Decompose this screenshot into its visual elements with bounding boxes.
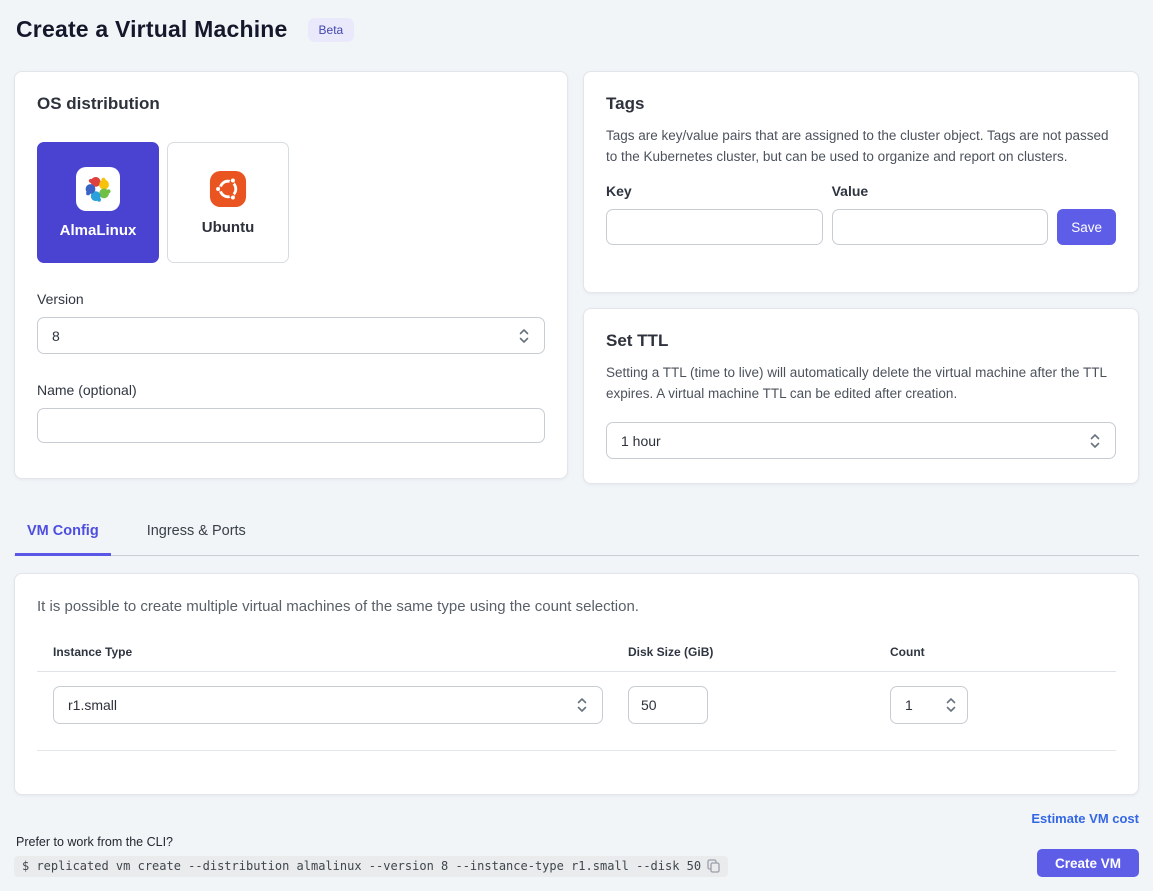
vm-config-card: It is possible to create multiple virtua… — [14, 573, 1139, 795]
count-input[interactable] — [893, 697, 927, 713]
os-card-title: OS distribution — [37, 94, 545, 114]
chevron-updown-icon — [518, 327, 530, 345]
version-select-value: 8 — [52, 328, 60, 344]
tab-vm-config[interactable]: VM Config — [15, 511, 111, 556]
save-tag-button[interactable]: Save — [1057, 209, 1116, 245]
cli-command-bar: $ replicated vm create --distribution al… — [14, 856, 728, 877]
copy-icon[interactable] — [707, 859, 720, 873]
tag-key-label: Key — [606, 183, 823, 199]
ubuntu-icon — [209, 170, 247, 208]
os-option-label: Ubuntu — [202, 219, 254, 236]
tag-value-label: Value — [832, 183, 1049, 199]
os-distribution-card: OS distribution — [14, 71, 568, 479]
name-input[interactable] — [37, 408, 545, 443]
os-option-ubuntu[interactable]: Ubuntu — [167, 142, 289, 263]
create-vm-button[interactable]: Create VM — [1037, 849, 1139, 877]
instance-type-select[interactable]: r1.small — [53, 686, 603, 724]
estimate-vm-cost-link[interactable]: Estimate VM cost — [1031, 811, 1139, 826]
almalinux-icon — [76, 167, 120, 211]
spinner-arrows-icon[interactable] — [945, 696, 957, 714]
os-options: AlmaLinux — [37, 142, 545, 263]
vm-table-header: Instance Type Disk Size (GiB) Count — [37, 645, 1116, 672]
column-count: Count — [890, 645, 1116, 659]
os-option-label: AlmaLinux — [60, 222, 137, 239]
cli-command: $ replicated vm create --distribution al… — [22, 859, 701, 873]
tags-card: Tags Tags are key/value pairs that are a… — [583, 71, 1139, 293]
disk-size-input[interactable] — [628, 686, 708, 724]
vm-config-intro: It is possible to create multiple virtua… — [37, 598, 1116, 615]
tab-ingress-ports[interactable]: Ingress & Ports — [135, 511, 258, 556]
create-vm-page: Create a Virtual Machine Beta OS distrib… — [0, 0, 1153, 877]
instance-type-value: r1.small — [68, 697, 117, 713]
footer: Estimate VM cost Prefer to work from the… — [14, 811, 1139, 877]
tags-card-title: Tags — [606, 94, 1116, 114]
os-option-almalinux[interactable]: AlmaLinux — [37, 142, 159, 263]
top-grid: OS distribution — [14, 71, 1139, 484]
name-label: Name (optional) — [37, 382, 545, 398]
cli-block: Prefer to work from the CLI? $ replicate… — [14, 835, 728, 877]
ttl-select-value: 1 hour — [621, 433, 661, 449]
vm-table-row: r1.small — [37, 672, 1116, 751]
ttl-card-title: Set TTL — [606, 331, 1116, 351]
page-header: Create a Virtual Machine Beta — [14, 14, 1139, 43]
tags-description: Tags are key/value pairs that are assign… — [606, 126, 1116, 167]
set-ttl-card: Set TTL Setting a TTL (time to live) wil… — [583, 308, 1139, 484]
chevron-updown-icon — [576, 696, 588, 714]
tag-value-input[interactable] — [832, 209, 1049, 245]
config-tabs: VM Config Ingress & Ports — [14, 511, 1139, 556]
column-disk-size: Disk Size (GiB) — [628, 645, 890, 659]
count-stepper[interactable] — [890, 686, 968, 724]
tag-key-input[interactable] — [606, 209, 823, 245]
ttl-description: Setting a TTL (time to live) will automa… — [606, 363, 1116, 404]
chevron-updown-icon — [1089, 432, 1101, 450]
column-instance-type: Instance Type — [37, 645, 628, 659]
right-column: Tags Tags are key/value pairs that are a… — [583, 71, 1139, 484]
page-title: Create a Virtual Machine — [16, 16, 288, 43]
version-label: Version — [37, 291, 545, 307]
cli-prompt: Prefer to work from the CLI? — [16, 835, 728, 849]
beta-badge: Beta — [308, 18, 355, 42]
version-select[interactable]: 8 — [37, 317, 545, 354]
ttl-select[interactable]: 1 hour — [606, 422, 1116, 459]
tag-form: Key Value Save — [606, 183, 1116, 245]
